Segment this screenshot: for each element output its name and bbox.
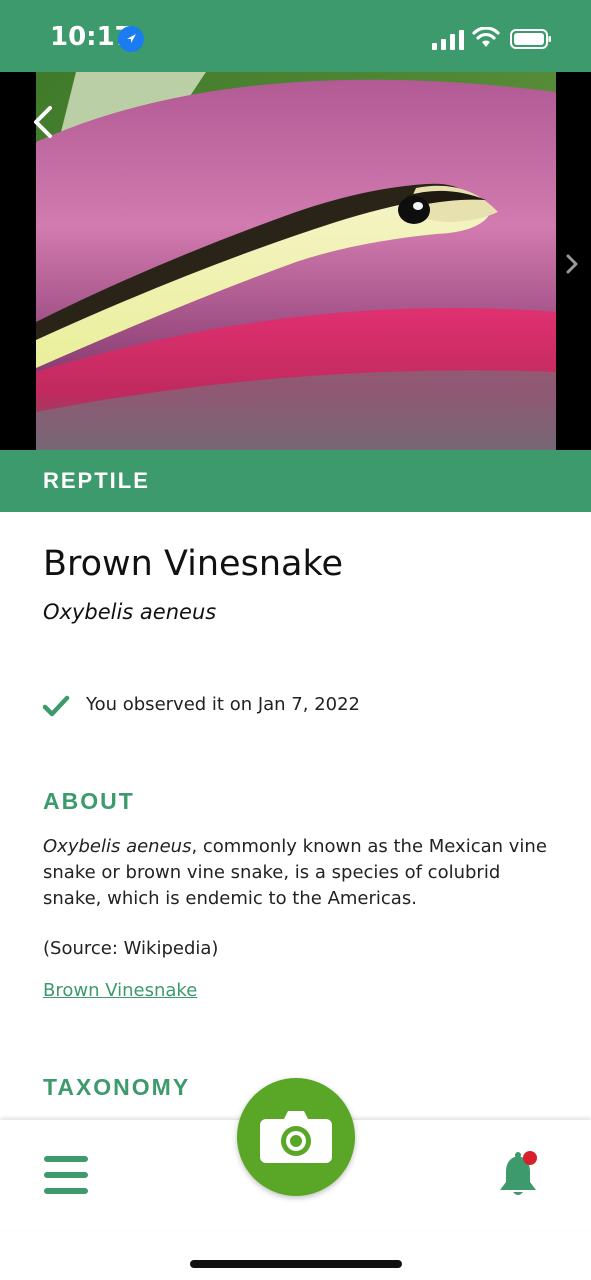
- about-description: Oxybelis aeneus, commonly known as the M…: [43, 834, 553, 912]
- location-arrow-icon: [118, 26, 144, 52]
- about-heading: ABOUT: [43, 788, 135, 814]
- status-bar: 10:17: [0, 0, 591, 72]
- category-label: REPTILE: [43, 468, 150, 493]
- checkmark-icon: [42, 695, 70, 717]
- camera-button[interactable]: [237, 1078, 355, 1196]
- battery-icon: [510, 29, 551, 49]
- back-chevron-icon[interactable]: [28, 104, 64, 140]
- wifi-icon: [472, 27, 500, 47]
- home-indicator: [190, 1260, 402, 1268]
- category-bar: REPTILE: [0, 450, 591, 512]
- source-text: (Source: Wikipedia): [43, 938, 219, 959]
- scientific-name: Oxybelis aeneus: [43, 600, 217, 624]
- signal-icon: [432, 30, 464, 50]
- bell-icon[interactable]: [496, 1150, 542, 1198]
- observed-status: You observed it on Jan 7, 2022: [86, 694, 361, 715]
- next-chevron-icon[interactable]: [562, 252, 582, 276]
- species-photo-carousel[interactable]: [0, 72, 591, 450]
- common-name: Brown Vinesnake: [43, 544, 344, 584]
- species-photo: [36, 72, 556, 450]
- taxonomy-heading: TAXONOMY: [43, 1074, 191, 1100]
- about-italic-lead: Oxybelis aeneus: [43, 836, 192, 857]
- camera-icon: [260, 1111, 332, 1163]
- wikipedia-link[interactable]: Brown Vinesnake: [43, 980, 197, 1001]
- menu-icon[interactable]: [44, 1156, 88, 1194]
